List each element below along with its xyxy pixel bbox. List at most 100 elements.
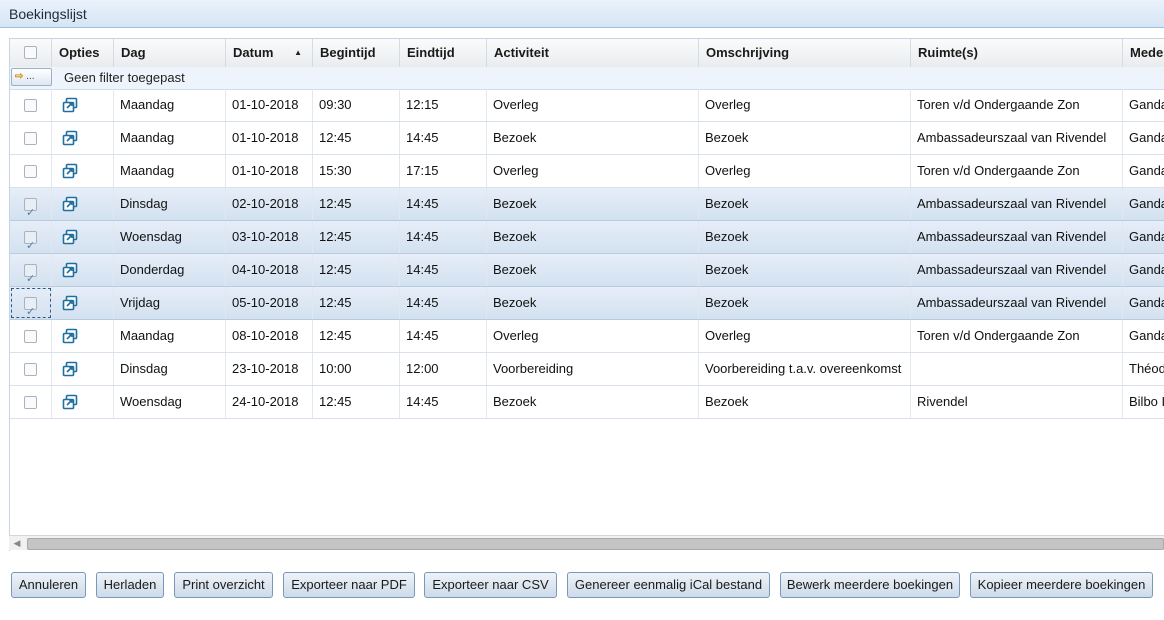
row-checkbox-cell[interactable] (10, 287, 52, 319)
open-in-window-icon[interactable] (62, 163, 78, 179)
cell-begintijd: 12:45 (313, 221, 400, 253)
open-in-window-icon[interactable] (62, 262, 78, 278)
open-in-window-icon[interactable] (62, 361, 78, 377)
filter-arrow-icon: ⇨ (15, 71, 24, 82)
row-options-cell[interactable] (52, 188, 114, 220)
column-header-activiteit[interactable]: Activiteit (487, 39, 699, 67)
annuleren-button[interactable]: Annuleren (11, 572, 86, 598)
cell-ruimtes: Rivendel (911, 386, 1123, 418)
bewerk-meerdere-button[interactable]: Bewerk meerdere boekingen (780, 572, 960, 598)
exporteer-csv-button[interactable]: Exporteer naar CSV (424, 572, 557, 598)
grid-header: Opties Dag Datum ▲ Begintijd Eindtijd Ac… (10, 39, 1164, 68)
table-row[interactable]: Dinsdag02-10-201812:4514:45BezoekBezoekA… (10, 188, 1164, 221)
row-checkbox-cell[interactable] (10, 254, 52, 286)
row-checkbox-cell[interactable] (10, 155, 52, 187)
row-checkbox[interactable] (24, 330, 37, 343)
row-checkbox[interactable] (24, 396, 37, 409)
table-row[interactable]: Maandag 01-10-2018 09:30 12:15 Overleg Overle… (10, 89, 1164, 122)
table-row[interactable]: Donderdag04-10-201812:4514:45BezoekBezoe… (10, 254, 1164, 287)
open-in-window-icon[interactable] (62, 196, 78, 212)
cell-dag: Donderdag (114, 254, 226, 286)
cell-omschrijving: Bezoek (699, 254, 911, 286)
sort-ascending-icon: ▲ (294, 48, 302, 57)
row-options-cell[interactable] (52, 221, 114, 253)
row-options-cell[interactable] (52, 122, 114, 154)
cell-dag: Maandag (114, 89, 226, 121)
row-checkbox-cell[interactable] (10, 188, 52, 220)
cell-activiteit: Bezoek (487, 287, 699, 319)
row-checkbox[interactable] (24, 197, 37, 220)
row-checkbox[interactable] (24, 132, 37, 145)
row-checkbox[interactable] (24, 363, 37, 376)
cell-omschrijving: Voorbereiding t.a.v. overeenkomst (699, 353, 911, 385)
filter-button[interactable]: ⇨ ... (11, 68, 52, 86)
cell-begintijd: 12:45 (313, 320, 400, 352)
row-checkbox-cell[interactable] (10, 221, 52, 253)
cell-activiteit: Bezoek (487, 122, 699, 154)
row-options-cell[interactable] (52, 155, 114, 187)
column-header-omschrijving[interactable]: Omschrijving (699, 39, 911, 67)
column-header-eindtijd[interactable]: Eindtijd (400, 39, 487, 67)
cell-medewerker: Ganda (1123, 221, 1164, 253)
cell-begintijd: 12:45 (313, 188, 400, 220)
row-options-cell[interactable] (52, 320, 114, 352)
cell-omschrijving: Bezoek (699, 122, 911, 154)
window-title: Boekingslijst (0, 0, 1164, 28)
table-row[interactable]: Woensdag 24-10-2018 12:45 14:45 Bezoek Bezoek… (10, 386, 1164, 419)
select-all-header[interactable] (10, 39, 52, 67)
cell-dag: Woensdag (114, 386, 226, 418)
scroll-left-arrow-icon[interactable]: ◀ (9, 536, 25, 550)
table-row[interactable]: Woensdag03-10-201812:4514:45BezoekBezoek… (10, 221, 1164, 254)
exporteer-pdf-button[interactable]: Exporteer naar PDF (283, 572, 415, 598)
cell-datum: 23-10-2018 (226, 353, 313, 385)
cell-datum: 04-10-2018 (226, 254, 313, 286)
row-checkbox[interactable] (24, 99, 37, 112)
herladen-button[interactable]: Herladen (96, 572, 164, 598)
column-header-medewerker[interactable]: Mede (1123, 39, 1164, 67)
row-checkbox-cell[interactable] (10, 122, 52, 154)
row-options-cell[interactable] (52, 287, 114, 319)
table-row[interactable]: Maandag 01-10-2018 12:45 14:45 Bezoek Bezoek A… (10, 122, 1164, 155)
row-options-cell[interactable] (52, 89, 114, 121)
open-in-window-icon[interactable] (62, 394, 78, 410)
open-in-window-icon[interactable] (62, 229, 78, 245)
scrollbar-thumb[interactable] (27, 538, 1164, 550)
row-options-cell[interactable] (52, 254, 114, 286)
column-header-opties[interactable]: Opties (52, 39, 114, 67)
table-row[interactable]: Dinsdag 23-10-2018 10:00 12:00 Voorbereiding… (10, 353, 1164, 386)
row-checkbox-cell[interactable] (10, 353, 52, 385)
column-header-ruimtes[interactable]: Ruimte(s) (911, 39, 1123, 67)
table-row[interactable]: Maandag 01-10-2018 15:30 17:15 Overleg Overle… (10, 155, 1164, 188)
cell-eindtijd: 12:15 (400, 89, 487, 121)
cell-eindtijd: 14:45 (400, 221, 487, 253)
row-checkbox-cell[interactable] (10, 320, 52, 352)
row-checkbox[interactable] (24, 230, 37, 253)
row-checkbox-cell[interactable] (10, 386, 52, 418)
cell-activiteit: Overleg (487, 320, 699, 352)
column-header-begintijd[interactable]: Begintijd (313, 39, 400, 67)
open-in-window-icon[interactable] (62, 130, 78, 146)
row-checkbox-cell[interactable] (10, 89, 52, 121)
genereer-ical-button[interactable]: Genereer eenmalig iCal bestand (567, 572, 770, 598)
row-options-cell[interactable] (52, 386, 114, 418)
row-checkbox[interactable] (24, 165, 37, 178)
open-in-window-icon[interactable] (62, 328, 78, 344)
booking-grid: Opties Dag Datum ▲ Begintijd Eindtijd Ac… (9, 38, 1164, 551)
print-overzicht-button[interactable]: Print overzicht (174, 572, 273, 598)
kopieer-meerdere-button[interactable]: Kopieer meerdere boekingen (970, 572, 1153, 598)
cell-ruimtes: Toren v/d Ondergaande Zon (911, 320, 1123, 352)
row-checkbox[interactable] (24, 263, 37, 286)
cell-dag: Dinsdag (114, 353, 226, 385)
table-row[interactable]: Vrijdag05-10-201812:4514:45BezoekBezoekA… (10, 287, 1164, 320)
cell-dag: Maandag (114, 320, 226, 352)
horizontal-scrollbar[interactable]: ◀ (9, 535, 1164, 550)
column-header-datum[interactable]: Datum ▲ (226, 39, 313, 67)
column-header-dag[interactable]: Dag (114, 39, 226, 67)
open-in-window-icon[interactable] (62, 97, 78, 113)
open-in-window-icon[interactable] (62, 295, 78, 311)
row-options-cell[interactable] (52, 353, 114, 385)
select-all-checkbox[interactable] (24, 46, 37, 59)
cell-medewerker: Ganda (1123, 155, 1164, 187)
table-row[interactable]: Maandag 08-10-2018 12:45 14:45 Overleg Overle… (10, 320, 1164, 353)
cell-eindtijd: 14:45 (400, 287, 487, 319)
